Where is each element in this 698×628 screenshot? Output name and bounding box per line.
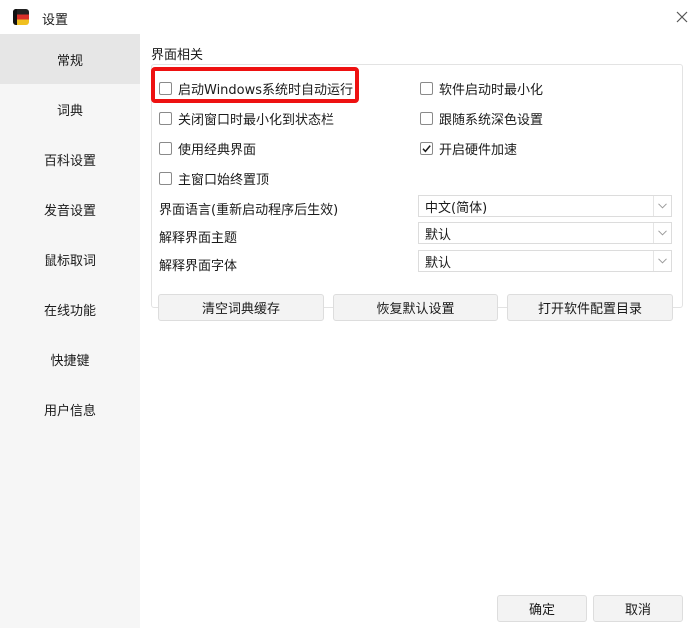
sidebar-item-shortcuts[interactable]: 快捷键 xyxy=(0,334,140,384)
close-button[interactable] xyxy=(670,5,694,29)
font-select[interactable]: 默认 xyxy=(418,250,672,272)
sidebar-item-general[interactable]: 常规 xyxy=(0,34,140,84)
checkbox-label: 关闭窗口时最小化到状态栏 xyxy=(178,113,335,128)
language-label: 界面语言(重新启动程序后生效) xyxy=(159,203,339,218)
theme-label: 解释界面主题 xyxy=(159,231,238,246)
checkbox-close-to-tray[interactable]: 关闭窗口时最小化到状态栏 xyxy=(159,109,334,128)
chevron-down-icon[interactable] xyxy=(653,251,671,271)
sidebar-item-online[interactable]: 在线功能 xyxy=(0,284,140,334)
select-value: 默认 xyxy=(425,255,452,271)
title-bar: 设置 xyxy=(0,0,698,34)
language-select[interactable]: 中文(简体) xyxy=(418,195,672,217)
checkbox-label: 跟随系统深色设置 xyxy=(439,113,544,128)
checkbox-box[interactable] xyxy=(420,82,433,95)
checkbox-label: 使用经典界面 xyxy=(178,143,257,158)
checkbox-label: 主窗口始终置顶 xyxy=(178,173,270,188)
sidebar-item-pronunciation[interactable]: 发音设置 xyxy=(0,184,140,234)
clear-cache-button[interactable]: 清空词典缓存 xyxy=(158,294,324,321)
checkbox-always-on-top[interactable]: 主窗口始终置顶 xyxy=(159,169,269,188)
checkbox-start-minimized[interactable]: 软件启动时最小化 xyxy=(420,79,543,98)
checkbox-classic-ui[interactable]: 使用经典界面 xyxy=(159,139,256,158)
checkbox-follow-dark-mode[interactable]: 跟随系统深色设置 xyxy=(420,109,543,128)
window-title: 设置 xyxy=(42,13,69,28)
select-value: 默认 xyxy=(425,227,452,243)
checkmark-icon xyxy=(422,145,431,153)
checkbox-hardware-acceleration[interactable]: 开启硬件加速 xyxy=(420,139,517,158)
cancel-button[interactable]: 取消 xyxy=(593,595,683,622)
close-icon xyxy=(676,11,688,23)
sidebar-item-mouse-lookup[interactable]: 鼠标取词 xyxy=(0,234,140,284)
sidebar-item-user-info[interactable]: 用户信息 xyxy=(0,384,140,434)
checkbox-label: 启动Windows系统时自动运行 xyxy=(178,83,354,98)
sidebar-item-dictionary[interactable]: 词典 xyxy=(0,84,140,134)
restore-defaults-button[interactable]: 恢复默认设置 xyxy=(333,294,498,321)
checkbox-box[interactable] xyxy=(159,112,172,125)
chevron-down-icon[interactable] xyxy=(653,196,671,216)
chevron-down-icon[interactable] xyxy=(653,223,671,243)
checkbox-label: 软件启动时最小化 xyxy=(439,83,544,98)
open-config-dir-button[interactable]: 打开软件配置目录 xyxy=(507,294,673,321)
checkbox-box[interactable] xyxy=(159,82,172,95)
checkbox-label: 开启硬件加速 xyxy=(439,143,518,158)
section-title: 界面相关 xyxy=(151,48,204,63)
font-label: 解释界面字体 xyxy=(159,259,238,274)
checkbox-autostart[interactable]: 启动Windows系统时自动运行 xyxy=(159,79,353,98)
checkbox-box[interactable] xyxy=(159,172,172,185)
sidebar-item-encyclopedia[interactable]: 百科设置 xyxy=(0,134,140,184)
theme-select[interactable]: 默认 xyxy=(418,222,672,244)
select-value: 中文(简体) xyxy=(425,200,488,216)
checkbox-box[interactable] xyxy=(420,112,433,125)
checkbox-box[interactable] xyxy=(420,142,433,155)
ok-button[interactable]: 确定 xyxy=(497,595,587,622)
checkbox-box[interactable] xyxy=(159,142,172,155)
app-flag-icon xyxy=(13,9,29,25)
sidebar: 常规 词典 百科设置 发音设置 鼠标取词 在线功能 快捷键 用户信息 xyxy=(0,34,140,628)
